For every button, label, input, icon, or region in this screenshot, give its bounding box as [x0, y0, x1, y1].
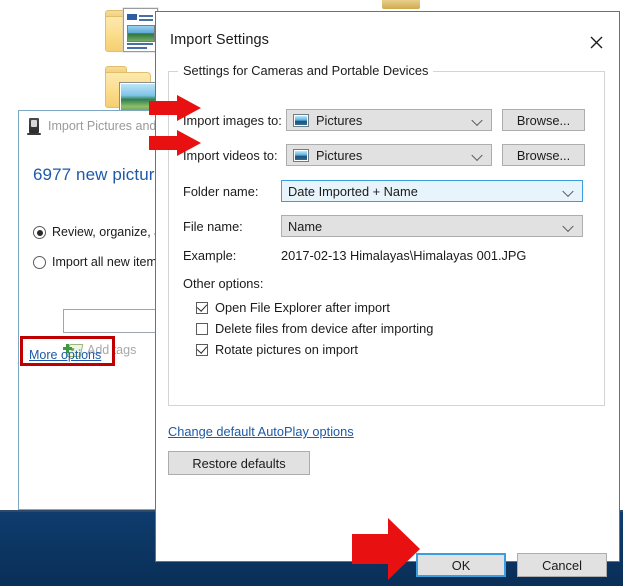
radio-review-organize[interactable]: Review, organize, an — [33, 225, 168, 239]
radio-button[interactable] — [33, 256, 46, 269]
folder-name-combo[interactable]: Date Imported + Name — [281, 180, 583, 202]
dialog-title: Import Settings — [170, 32, 269, 48]
folder-name-value: Date Imported + Name — [288, 184, 418, 199]
close-icon[interactable] — [581, 29, 611, 55]
picture-folder-icon — [293, 149, 309, 162]
change-autoplay-options-link[interactable]: Change default AutoPlay options — [168, 424, 354, 439]
arrow-import-videos — [149, 130, 201, 156]
window-title: Import Pictures and — [48, 119, 156, 133]
file-name-row: File name: Name — [183, 215, 603, 237]
chevron-down-icon — [473, 116, 482, 122]
chevron-down-icon — [473, 151, 482, 157]
example-row: Example: — [183, 248, 236, 263]
example-value: 2017-02-13 Himalayas\Himalayas 001.JPG — [281, 248, 526, 263]
checkbox-label: Open File Explorer after import — [215, 300, 390, 315]
import-videos-row: Import videos to: Pictures Browse... — [183, 144, 603, 166]
restore-defaults-button[interactable]: Restore defaults — [168, 451, 310, 475]
groupbox-legend: Settings for Cameras and Portable Device… — [178, 63, 433, 78]
example-label: Example: — [183, 248, 236, 263]
chevron-down-icon — [564, 187, 573, 193]
checkbox-rotate-pictures[interactable]: Rotate pictures on import — [196, 342, 358, 357]
arrow-import-images — [149, 95, 201, 121]
folder-name-row: Folder name: Date Imported + Name — [183, 180, 603, 202]
checkbox[interactable] — [196, 302, 208, 314]
device-icon — [29, 118, 39, 133]
import-videos-value: Pictures — [316, 148, 362, 163]
checkbox-delete-files[interactable]: Delete files from device after importing — [196, 321, 433, 336]
checkbox[interactable] — [196, 323, 208, 335]
import-images-row: Import images to: Pictures Browse... — [183, 109, 603, 131]
radio-label: Import all new items — [52, 255, 163, 269]
import-pictures-window[interactable]: Import Pictures and 6977 new picture Rev… — [18, 110, 170, 510]
file-name-combo[interactable]: Name — [281, 215, 583, 237]
import-images-combo[interactable]: Pictures — [286, 109, 492, 131]
checkbox-label: Rotate pictures on import — [215, 342, 358, 357]
folder-name-label: Folder name: — [183, 184, 281, 199]
checkbox-open-file-explorer[interactable]: Open File Explorer after import — [196, 300, 390, 315]
cancel-button[interactable]: Cancel — [517, 553, 607, 577]
ok-button[interactable]: OK — [416, 553, 506, 577]
browse-images-button[interactable]: Browse... — [502, 109, 585, 131]
folder-tab-decoration — [382, 0, 420, 9]
checkbox-label: Delete files from device after importing — [215, 321, 433, 336]
desktop-background: Import Pictures and 6977 new picture Rev… — [0, 0, 623, 586]
import-settings-dialog[interactable]: Import Settings Settings for Cameras and… — [155, 11, 620, 562]
arrow-ok — [352, 518, 420, 580]
radio-label: Review, organize, an — [52, 225, 168, 239]
radio-import-all-new[interactable]: Import all new items — [33, 255, 163, 269]
browse-videos-button[interactable]: Browse... — [502, 144, 585, 166]
picture-folder-icon — [293, 114, 309, 127]
more-options-link[interactable]: More options — [29, 348, 101, 362]
chevron-down-icon — [564, 222, 573, 228]
file-name-label: File name: — [183, 219, 281, 234]
checkbox[interactable] — [196, 344, 208, 356]
window-titlebar: Import Pictures and — [19, 111, 169, 141]
other-options-label: Other options: — [183, 276, 263, 291]
tag-input[interactable] — [63, 309, 170, 333]
import-images-value: Pictures — [316, 113, 362, 128]
window-body: 6977 new picture Review, organize, an Im… — [19, 141, 169, 509]
import-videos-combo[interactable]: Pictures — [286, 144, 492, 166]
document-thumbnail — [123, 8, 158, 52]
new-pictures-heading: 6977 new picture — [33, 165, 164, 185]
radio-button[interactable] — [33, 226, 46, 239]
file-name-value: Name — [288, 219, 322, 234]
